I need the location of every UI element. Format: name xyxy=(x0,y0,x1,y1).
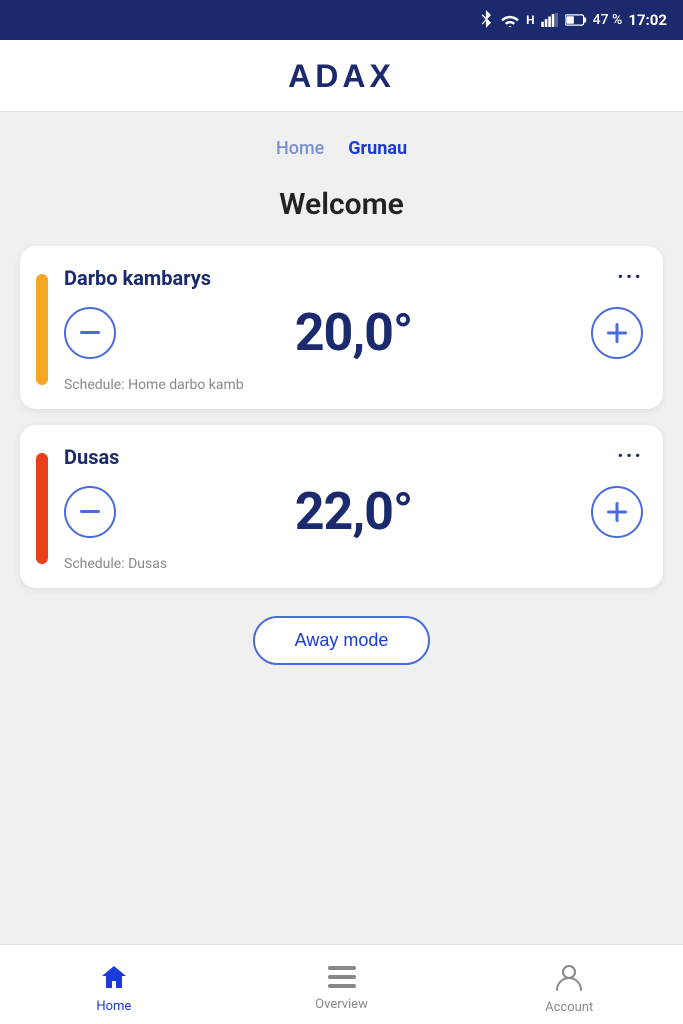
home-icon xyxy=(100,964,128,995)
temp-decrease-darbo[interactable] xyxy=(64,307,116,359)
welcome-title: Welcome xyxy=(0,171,683,246)
status-icons: H 47 % 17:02 xyxy=(480,10,667,30)
nav-home[interactable]: Home xyxy=(0,945,228,1024)
bottom-nav: Home Overview Account xyxy=(0,944,683,1024)
room-card-body-darbo: Darbo kambarys ··· 20,0° xyxy=(64,266,643,393)
battery-icon xyxy=(565,14,587,26)
status-time: 17:02 xyxy=(628,11,667,29)
status-bar: H 47 % 17:02 xyxy=(0,0,683,40)
app-header: ADAX xyxy=(0,40,683,112)
accent-bar-dusas xyxy=(36,453,48,564)
battery-percent: 47 % xyxy=(593,12,623,28)
room-cards: Darbo kambarys ··· 20,0° xyxy=(0,246,683,588)
away-mode-container: Away mode xyxy=(0,588,683,681)
room-temp-row-darbo: 20,0° xyxy=(64,302,643,363)
wifi-icon xyxy=(500,13,520,27)
room-temp-row-dusas: 22,0° xyxy=(64,481,643,542)
location-tab-home[interactable]: Home xyxy=(276,134,324,163)
accent-bar-darbo xyxy=(36,274,48,385)
network-type: H xyxy=(526,13,534,27)
temp-increase-darbo[interactable] xyxy=(591,307,643,359)
nav-home-label: Home xyxy=(96,999,131,1014)
room-name-dusas: Dusas xyxy=(64,445,119,469)
bluetooth-icon xyxy=(480,10,494,30)
room-menu-dusas[interactable]: ··· xyxy=(617,446,643,468)
room-card-darbo: Darbo kambarys ··· 20,0° xyxy=(20,246,663,409)
room-name-darbo: Darbo kambarys xyxy=(64,266,211,290)
nav-account-label: Account xyxy=(545,1000,593,1015)
room-card-body-dusas: Dusas ··· 22,0° xyxy=(64,445,643,572)
room-menu-darbo[interactable]: ··· xyxy=(617,267,643,289)
room-card-dusas: Dusas ··· 22,0° xyxy=(20,425,663,588)
account-icon xyxy=(556,963,582,996)
nav-overview-label: Overview xyxy=(315,997,368,1012)
main-content: Home Grunau Welcome Darbo kambarys ··· xyxy=(0,112,683,944)
signal-icon xyxy=(541,13,559,27)
room-schedule-dusas: Schedule: Dusas xyxy=(64,556,643,572)
room-header-darbo: Darbo kambarys ··· xyxy=(64,266,643,290)
nav-overview[interactable]: Overview xyxy=(228,945,456,1024)
temp-decrease-dusas[interactable] xyxy=(64,486,116,538)
list-icon xyxy=(328,966,356,993)
nav-account[interactable]: Account xyxy=(455,945,683,1024)
app-logo: ADAX xyxy=(288,58,395,95)
location-tabs: Home Grunau xyxy=(0,112,683,171)
temp-increase-dusas[interactable] xyxy=(591,486,643,538)
room-temp-dusas: 22,0° xyxy=(295,481,413,542)
room-temp-darbo: 20,0° xyxy=(295,302,413,363)
room-schedule-darbo: Schedule: Home darbo kamb xyxy=(64,377,643,393)
away-mode-button[interactable]: Away mode xyxy=(253,616,431,665)
location-tab-grunau[interactable]: Grunau xyxy=(348,134,407,163)
room-header-dusas: Dusas ··· xyxy=(64,445,643,469)
